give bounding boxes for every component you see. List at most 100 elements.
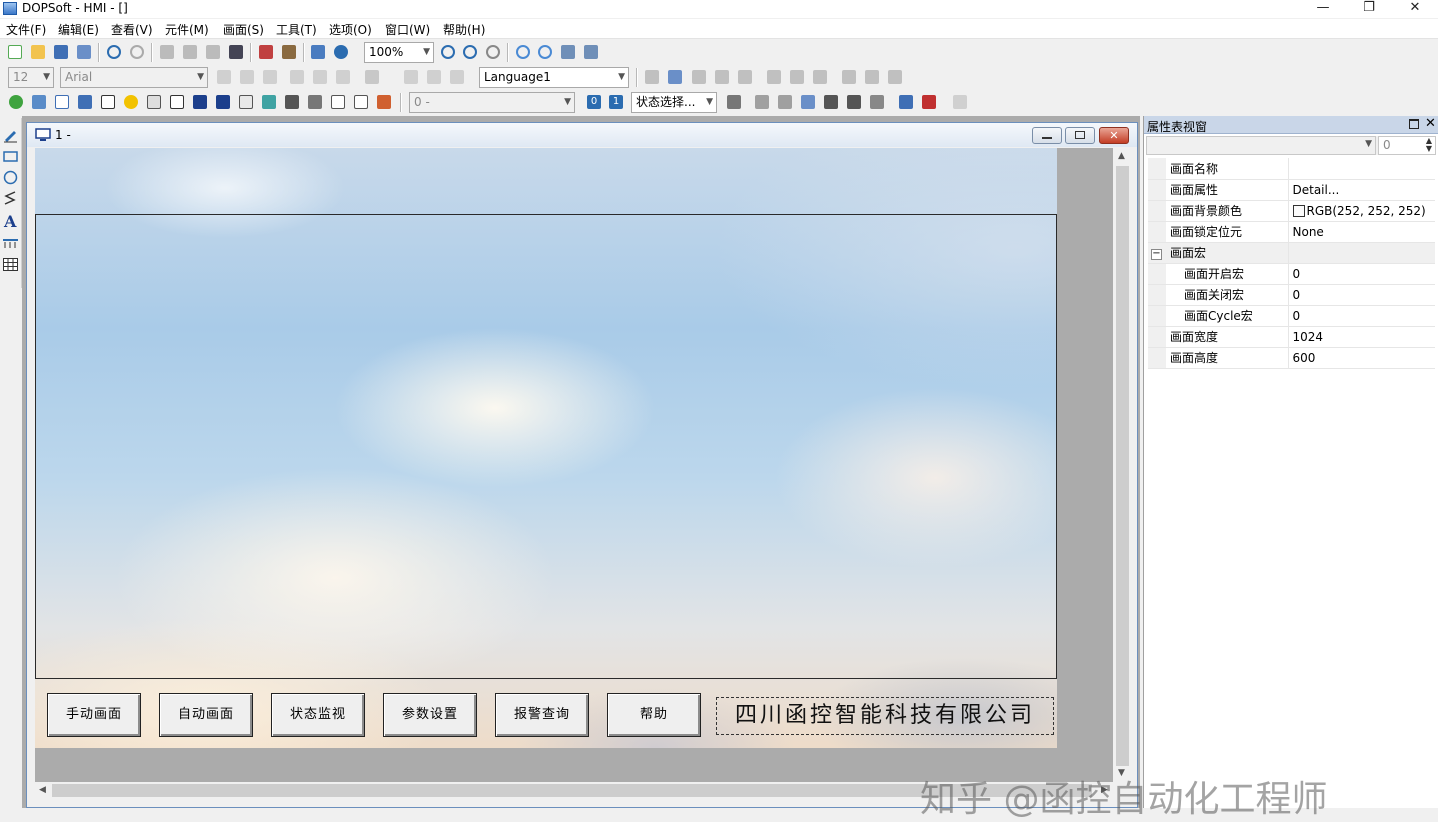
flip-v-icon[interactable]	[581, 42, 601, 62]
same-height-icon[interactable]	[862, 67, 882, 87]
alarm-icon[interactable]	[259, 92, 279, 112]
property-value[interactable]: RGB(252, 252, 252)	[1288, 200, 1435, 222]
zoom-fit-icon[interactable]	[483, 42, 503, 62]
font-name-select[interactable]: Arial ▼	[60, 67, 208, 88]
close-button[interactable]: ✕	[1392, 0, 1438, 18]
editor-close-button[interactable]: ✕	[1099, 127, 1129, 144]
stack-icon[interactable]	[374, 92, 394, 112]
state-value-select[interactable]: 0 - ▼	[409, 92, 575, 113]
editor-minimize-button[interactable]	[1032, 127, 1062, 144]
background-image-frame[interactable]	[35, 214, 1057, 679]
same-size-icon[interactable]	[810, 67, 830, 87]
meter-icon[interactable]	[98, 92, 118, 112]
align-right-icon[interactable]	[260, 67, 280, 87]
rectangle-icon[interactable]	[2, 148, 19, 165]
zoom-out-icon[interactable]	[460, 42, 480, 62]
n-element-icon[interactable]	[190, 92, 210, 112]
import-icon[interactable]	[821, 92, 841, 112]
property-value[interactable]: 1024	[1288, 326, 1435, 348]
text-icon[interactable]: A	[2, 212, 19, 231]
undo-icon[interactable]	[104, 42, 124, 62]
align-left-icon[interactable]	[214, 67, 234, 87]
parameter-settings-button[interactable]: 参数设置	[383, 693, 477, 737]
menu-element[interactable]: 元件(M)	[165, 21, 209, 38]
info-icon[interactable]	[331, 42, 351, 62]
table-icon[interactable]	[2, 256, 19, 273]
polyline-icon[interactable]	[2, 190, 19, 207]
next-screen-icon[interactable]	[775, 92, 795, 112]
copy-icon[interactable]	[180, 42, 200, 62]
simulate-icon[interactable]	[896, 92, 916, 112]
property-value[interactable]: 0	[1288, 263, 1435, 285]
prev-screen-icon[interactable]	[752, 92, 772, 112]
scroll-up-icon[interactable]: ▲	[1118, 151, 1125, 161]
zoom-in-icon[interactable]	[438, 42, 458, 62]
object-index-spinner[interactable]: 0 ▲ ▼	[1378, 136, 1436, 155]
slider-icon[interactable]	[305, 92, 325, 112]
open-icon[interactable]	[28, 42, 48, 62]
property-row[interactable]: 画面关闭宏 0	[1148, 284, 1435, 306]
indicator-icon[interactable]	[29, 92, 49, 112]
state-1-badge[interactable]: 1	[606, 92, 626, 112]
flip-h-icon[interactable]	[558, 42, 578, 62]
grid-icon[interactable]	[798, 92, 818, 112]
property-value[interactable]: 600	[1288, 347, 1435, 369]
spinner-arrows-icon[interactable]: ▲ ▼	[1426, 137, 1432, 153]
paste-icon[interactable]	[203, 42, 223, 62]
valign-middle-icon[interactable]	[310, 67, 330, 87]
property-row[interactable]: 画面高度 600	[1148, 347, 1435, 369]
object-select[interactable]: ▼	[1146, 136, 1376, 155]
align-bottom-icon[interactable]	[735, 67, 755, 87]
property-value[interactable]: None	[1288, 221, 1435, 243]
font-color-icon[interactable]	[362, 67, 382, 87]
menu-edit[interactable]: 编辑(E)	[58, 21, 99, 38]
underline-icon[interactable]	[447, 67, 467, 87]
save-as-icon[interactable]	[74, 42, 94, 62]
circle-icon[interactable]	[2, 169, 19, 186]
rotate-ccw-icon[interactable]	[535, 42, 555, 62]
calendar-icon[interactable]	[351, 92, 371, 112]
cut-icon[interactable]	[157, 42, 177, 62]
scale-icon[interactable]	[2, 234, 19, 251]
menu-help[interactable]: 帮助(H)	[443, 21, 485, 38]
zoom-select[interactable]: 100% ▼	[364, 42, 434, 63]
new-icon[interactable]	[5, 42, 25, 62]
trend-graph-icon[interactable]	[213, 92, 233, 112]
status-monitor-button[interactable]: 状态监视	[271, 693, 365, 737]
property-row[interactable]: 画面宽度 1024	[1148, 326, 1435, 348]
language-select[interactable]: Language1 ▼	[479, 67, 629, 88]
distribute-v-icon[interactable]	[787, 67, 807, 87]
bold-icon[interactable]	[401, 67, 421, 87]
property-row[interactable]: 画面属性 Detail...	[1148, 179, 1435, 201]
auto-screen-button[interactable]: 自动画面	[159, 693, 253, 737]
menu-file[interactable]: 文件(F)	[6, 21, 46, 38]
manual-screen-button[interactable]: 手动画面	[47, 693, 141, 737]
menu-view[interactable]: 查看(V)	[111, 21, 153, 38]
download-icon[interactable]	[308, 42, 328, 62]
property-value[interactable]: Detail...	[1288, 179, 1435, 201]
menu-tools[interactable]: 工具(T)	[276, 21, 317, 38]
vertical-scrollbar[interactable]: ▲ ▼	[1114, 148, 1131, 782]
valign-top-icon[interactable]	[287, 67, 307, 87]
state-select[interactable]: 状态选择... ▼	[631, 92, 717, 113]
property-value[interactable]: 0	[1288, 284, 1435, 306]
vertical-scroll-thumb[interactable]	[1116, 166, 1129, 766]
align-center-icon[interactable]	[237, 67, 257, 87]
align-top-icon[interactable]	[689, 67, 709, 87]
on-button-icon[interactable]	[6, 92, 26, 112]
export-icon[interactable]	[844, 92, 864, 112]
menu-screen[interactable]: 画面(S)	[223, 21, 264, 38]
property-row[interactable]: 画面名称	[1148, 158, 1435, 180]
align-middle-icon[interactable]	[712, 67, 732, 87]
numeric-display-icon[interactable]	[144, 92, 164, 112]
property-row[interactable]: 画面Cycle宏 0	[1148, 305, 1435, 327]
numeric-input-icon[interactable]	[167, 92, 187, 112]
align-objects-icon[interactable]	[665, 67, 685, 87]
state-0-badge[interactable]: 0	[584, 92, 604, 112]
distribute-h-icon[interactable]	[764, 67, 784, 87]
property-row[interactable]: 画面开启宏 0	[1148, 263, 1435, 285]
float-panel-icon[interactable]	[1409, 119, 1419, 129]
ruler-icon[interactable]	[950, 92, 970, 112]
company-name-text[interactable]: 四川函控智能科技有限公司	[716, 697, 1054, 735]
property-group-row[interactable]: − 画面宏	[1148, 242, 1435, 264]
